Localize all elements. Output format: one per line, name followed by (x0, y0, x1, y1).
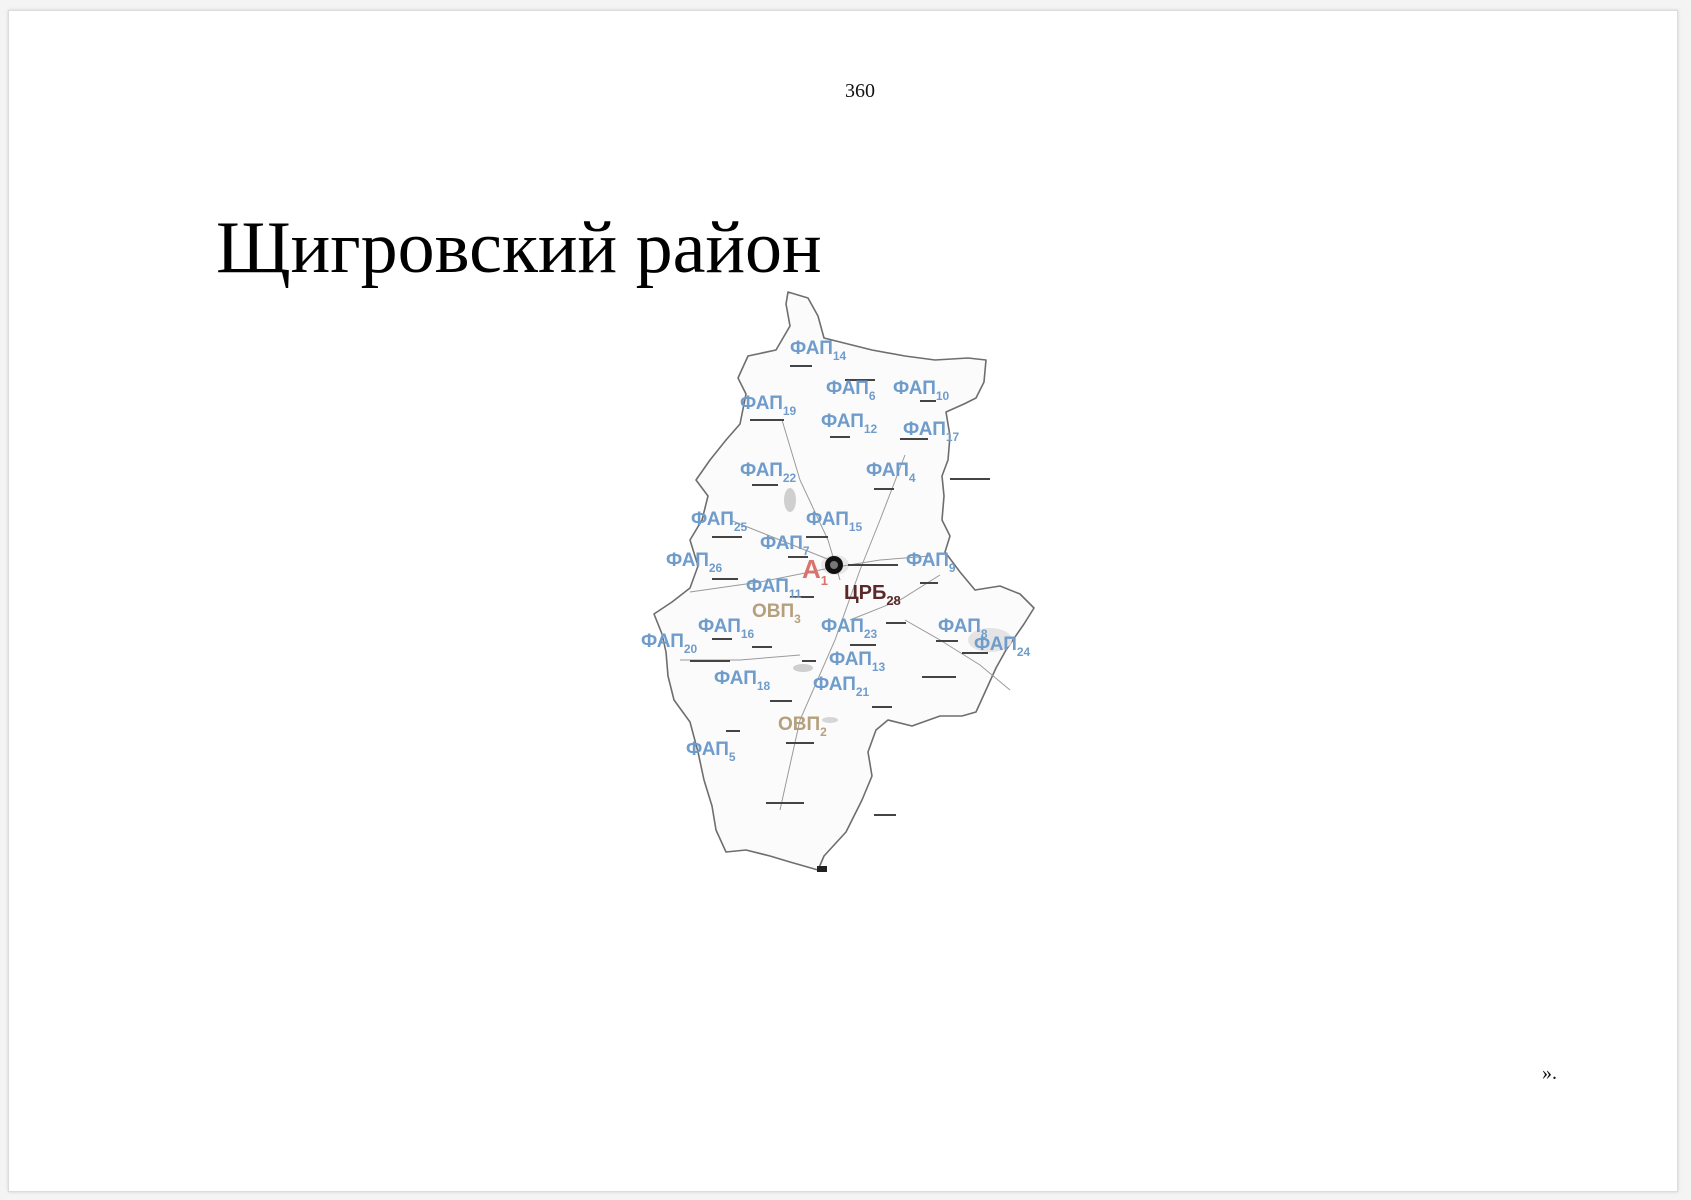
marker-type: ФАП (893, 378, 936, 399)
marker-type: ФАП (641, 631, 684, 652)
village-tick (922, 676, 956, 678)
village-tick (950, 478, 990, 480)
marker-type: ФАП (714, 668, 757, 689)
village-tick (920, 400, 936, 402)
village-tick (830, 436, 850, 438)
village-tick (874, 814, 896, 816)
marker-type: ФАП (826, 378, 869, 399)
village-tick (750, 419, 784, 421)
marker-number: 20 (684, 642, 698, 656)
village-tick (920, 582, 938, 584)
village-tick (850, 644, 876, 646)
village-tick (886, 622, 906, 624)
village-tick (806, 536, 828, 538)
marker-type: ФАП (813, 674, 856, 695)
marker-type: ФАП (903, 419, 946, 440)
lake-shape (784, 488, 796, 512)
lake-shape (822, 717, 838, 723)
marker-type: ФАП (746, 576, 789, 597)
marker-type: ФАП (790, 338, 833, 359)
village-tick (712, 578, 738, 580)
village-tick (712, 536, 742, 538)
marker-number: 3 (794, 612, 801, 626)
village-tick (726, 730, 740, 732)
village-tick (790, 365, 812, 367)
village-tick (848, 564, 898, 566)
marker-number: 10 (936, 389, 950, 403)
marker-number: 5 (729, 750, 736, 764)
marker-type: ФАП (698, 616, 741, 637)
marker-number: 11 (789, 587, 802, 601)
village-tick (770, 700, 792, 702)
marker-number: 23 (864, 627, 878, 641)
marker-number: 22 (783, 471, 797, 485)
village-tick (752, 646, 772, 648)
marker-number: 17 (946, 430, 960, 444)
marker-number: 24 (1017, 645, 1031, 659)
lake-shape (793, 664, 813, 672)
marker-number: 25 (734, 520, 748, 534)
village-tick (752, 484, 778, 486)
marker-type: А (802, 554, 821, 584)
marker-type: ФАП (866, 460, 909, 481)
marker-number: 9 (949, 561, 956, 575)
village-tick (712, 638, 732, 640)
marker-number: 28 (886, 593, 900, 608)
marker-type: ФАП (906, 550, 949, 571)
marker-type: ФАП (740, 460, 783, 481)
marker-type: ФАП (974, 634, 1017, 655)
village-tick (766, 802, 804, 804)
marker-number: 4 (909, 471, 916, 485)
village-tick (872, 706, 892, 708)
marker-number: 2 (820, 725, 827, 739)
marker-type: ФАП (666, 550, 709, 571)
village-tick (690, 660, 730, 662)
marker-type: ФАП (686, 739, 729, 760)
marker-number: 18 (757, 679, 771, 693)
marker-number: 12 (864, 422, 878, 436)
marker-number: 1 (821, 573, 828, 588)
marker-number: 15 (849, 520, 863, 534)
marker-type: ФАП (821, 411, 864, 432)
marker-type: ФАП (806, 509, 849, 530)
marker-type: ОВП (778, 714, 820, 735)
marker-number: 6 (869, 389, 876, 403)
marker-type: ЦРБ (844, 582, 886, 604)
marker-number: 13 (872, 660, 886, 674)
marker-type: ФАП (821, 616, 864, 637)
closing-quote-mark: ». (1542, 1062, 1557, 1084)
border-marker (817, 866, 827, 872)
district-map: ФАП14ФАП6 ФАП10ФАП19 ФАП12 ФАП17ФАП22 ФАП4ФА… (641, 291, 1035, 872)
marker-type: ФАП (829, 649, 872, 670)
marker-type: ФАП (760, 533, 803, 554)
marker-number: 21 (856, 685, 870, 699)
village-tick (786, 742, 814, 744)
village-tick (936, 640, 958, 642)
marker-number: 14 (833, 349, 847, 363)
marker-type: ФАП (740, 393, 783, 414)
marker-number: 16 (741, 627, 755, 641)
marker-number: 19 (783, 404, 797, 418)
crb-point-marker-inner (830, 561, 838, 569)
marker-type: ОВП (752, 601, 794, 622)
village-tick (874, 488, 894, 490)
village-tick (802, 660, 816, 662)
marker-number: 26 (709, 561, 723, 575)
marker-type: ФАП (691, 509, 734, 530)
